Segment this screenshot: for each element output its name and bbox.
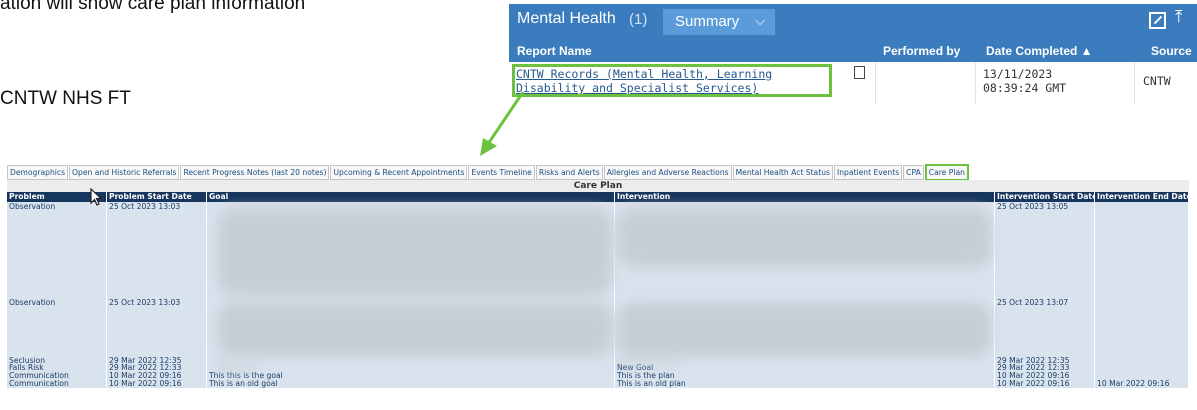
- redacted-content: [617, 359, 677, 364]
- table-cell: 29 Mar 2022 12:33: [995, 364, 1095, 372]
- table-cell: [1095, 372, 1189, 380]
- table-cell: 10 Mar 2022 09:16: [107, 380, 207, 388]
- chevron-down-icon: ⌵: [755, 13, 765, 28]
- table-cell: This is an old goal: [207, 380, 615, 388]
- column-header: Goal: [207, 192, 615, 202]
- table-cell: 25 Oct 2023 13:07: [995, 298, 1095, 357]
- table-cell: [1095, 357, 1189, 364]
- column-divider: [1134, 62, 1135, 104]
- column-date-completed[interactable]: Date Completed ▲: [986, 44, 1093, 58]
- table-cell: [1095, 202, 1189, 298]
- table-cell: 10 Mar 2022 09:16: [107, 372, 207, 380]
- table-cell: [207, 364, 615, 372]
- table-cell: 25 Oct 2023 13:05: [995, 202, 1095, 298]
- widget-title: Mental Health: [517, 10, 616, 27]
- column-header: Problem Start Date: [107, 192, 207, 202]
- tab-risks-and-alerts[interactable]: Risks and Alerts: [535, 165, 603, 180]
- redacted-content: [217, 302, 612, 357]
- column-report-name[interactable]: Report Name: [517, 44, 592, 58]
- table-cell: [1095, 298, 1189, 357]
- tab-upcoming-recent-appointments[interactable]: Upcoming & Recent Appointments: [330, 165, 468, 180]
- view-select-dropdown[interactable]: Summary ⌵: [663, 9, 775, 35]
- annotation-arrow: [480, 91, 525, 156]
- table-cell: 10 Mar 2022 09:16: [1095, 380, 1189, 388]
- table-cell: Observation: [7, 202, 107, 298]
- redacted-content: [617, 302, 992, 357]
- column-divider: [975, 62, 976, 104]
- tab-mental-health-act-status[interactable]: Mental Health Act Status: [732, 165, 833, 180]
- redacted-content: [617, 208, 992, 268]
- tab-allergies-and-adverse-reactions[interactable]: Allergies and Adverse Reactions: [603, 165, 732, 180]
- mental-health-widget: Mental Health (1) Summary ⌵ ⤒ Report Nam…: [509, 4, 1197, 104]
- table-cell: Falls Risk: [7, 364, 107, 372]
- table-cell: Observation: [7, 298, 107, 357]
- table-cell: This this is the goal: [207, 372, 615, 380]
- column-header: Intervention End Date: [1097, 192, 1189, 202]
- table-cell: Communication: [7, 380, 107, 388]
- table-cell: 29 Mar 2022 12:35: [995, 357, 1095, 364]
- redacted-content: [217, 359, 227, 364]
- highlight-box: [512, 64, 832, 97]
- table-cell: New Goal: [615, 364, 995, 372]
- care-plan-header-row: Problem Problem Start Date Goal Interventio…: [7, 192, 1189, 202]
- table-cell: 25 Oct 2023 13:03: [107, 298, 207, 357]
- tab-recent-progress-notes-last-20-notes[interactable]: Recent Progress Notes (last 20 notes): [180, 165, 330, 180]
- mouse-cursor-icon: [90, 188, 103, 206]
- tab-demographics[interactable]: Demographics: [7, 165, 69, 180]
- column-header: Intervention: [615, 192, 995, 202]
- table-cell: 29 Mar 2022 12:33: [107, 364, 207, 372]
- widget-column-headers: Report Name Performed by Date Completed …: [509, 40, 1197, 62]
- document-text-line2: CNTW NHS FT: [0, 88, 131, 109]
- date-completed-value: 13/11/2023 08:39:24 GMT: [983, 67, 1067, 95]
- column-divider: [875, 62, 876, 104]
- table-row[interactable]: Communication 10 Mar 2022 09:16 This is an…: [7, 380, 1189, 389]
- care-plan-table: Care Plan Problem Problem Start Date Goal I…: [7, 180, 1189, 410]
- table-cell: [1095, 364, 1189, 372]
- redacted-content: [217, 366, 257, 371]
- tab-inpatient-events[interactable]: Inpatient Events: [833, 165, 903, 180]
- tab-events-timeline[interactable]: Events Timeline: [468, 165, 535, 180]
- care-plan-title: Care Plan: [7, 180, 1189, 192]
- expand-icon[interactable]: [1149, 12, 1166, 29]
- record-tabs: Demographics Open and Historic Referrals R…: [7, 164, 970, 181]
- widget-count: (1): [629, 11, 648, 28]
- table-cell: This is an old plan: [615, 380, 995, 388]
- view-select-label: Summary: [675, 13, 740, 30]
- table-cell: 29 Mar 2022 12:35: [107, 357, 207, 364]
- tab-open-and-historic-referrals[interactable]: Open and Historic Referrals: [69, 165, 180, 180]
- tab-cpa[interactable]: CPA: [903, 165, 924, 180]
- table-cell: 25 Oct 2023 13:03: [107, 202, 207, 298]
- source-value: CNTW: [1143, 74, 1171, 88]
- document-text-line1: ation will show care plan information: [0, 0, 306, 14]
- table-cell: Seclusion: [7, 357, 107, 364]
- column-performed-by[interactable]: Performed by: [883, 44, 960, 58]
- column-header: Intervention Start Date: [997, 192, 1095, 202]
- column-source[interactable]: Source: [1151, 44, 1192, 58]
- table-cell: 10 Mar 2022 09:16: [995, 372, 1095, 380]
- table-cell: This is the plan: [615, 372, 995, 380]
- table-cell: 10 Mar 2022 09:16: [995, 380, 1095, 388]
- widget-header: Mental Health (1) Summary ⌵ ⤒: [509, 4, 1197, 40]
- tab-care-plan[interactable]: Care Plan: [924, 164, 969, 181]
- document-icon[interactable]: [854, 66, 865, 79]
- table-cell: [207, 357, 615, 364]
- collapse-up-icon[interactable]: ⤒: [1175, 9, 1183, 26]
- table-cell: Communication: [7, 372, 107, 380]
- table-row: CNTW Records (Mental Health, Learning Di…: [509, 62, 1197, 104]
- redacted-content: [217, 208, 612, 296]
